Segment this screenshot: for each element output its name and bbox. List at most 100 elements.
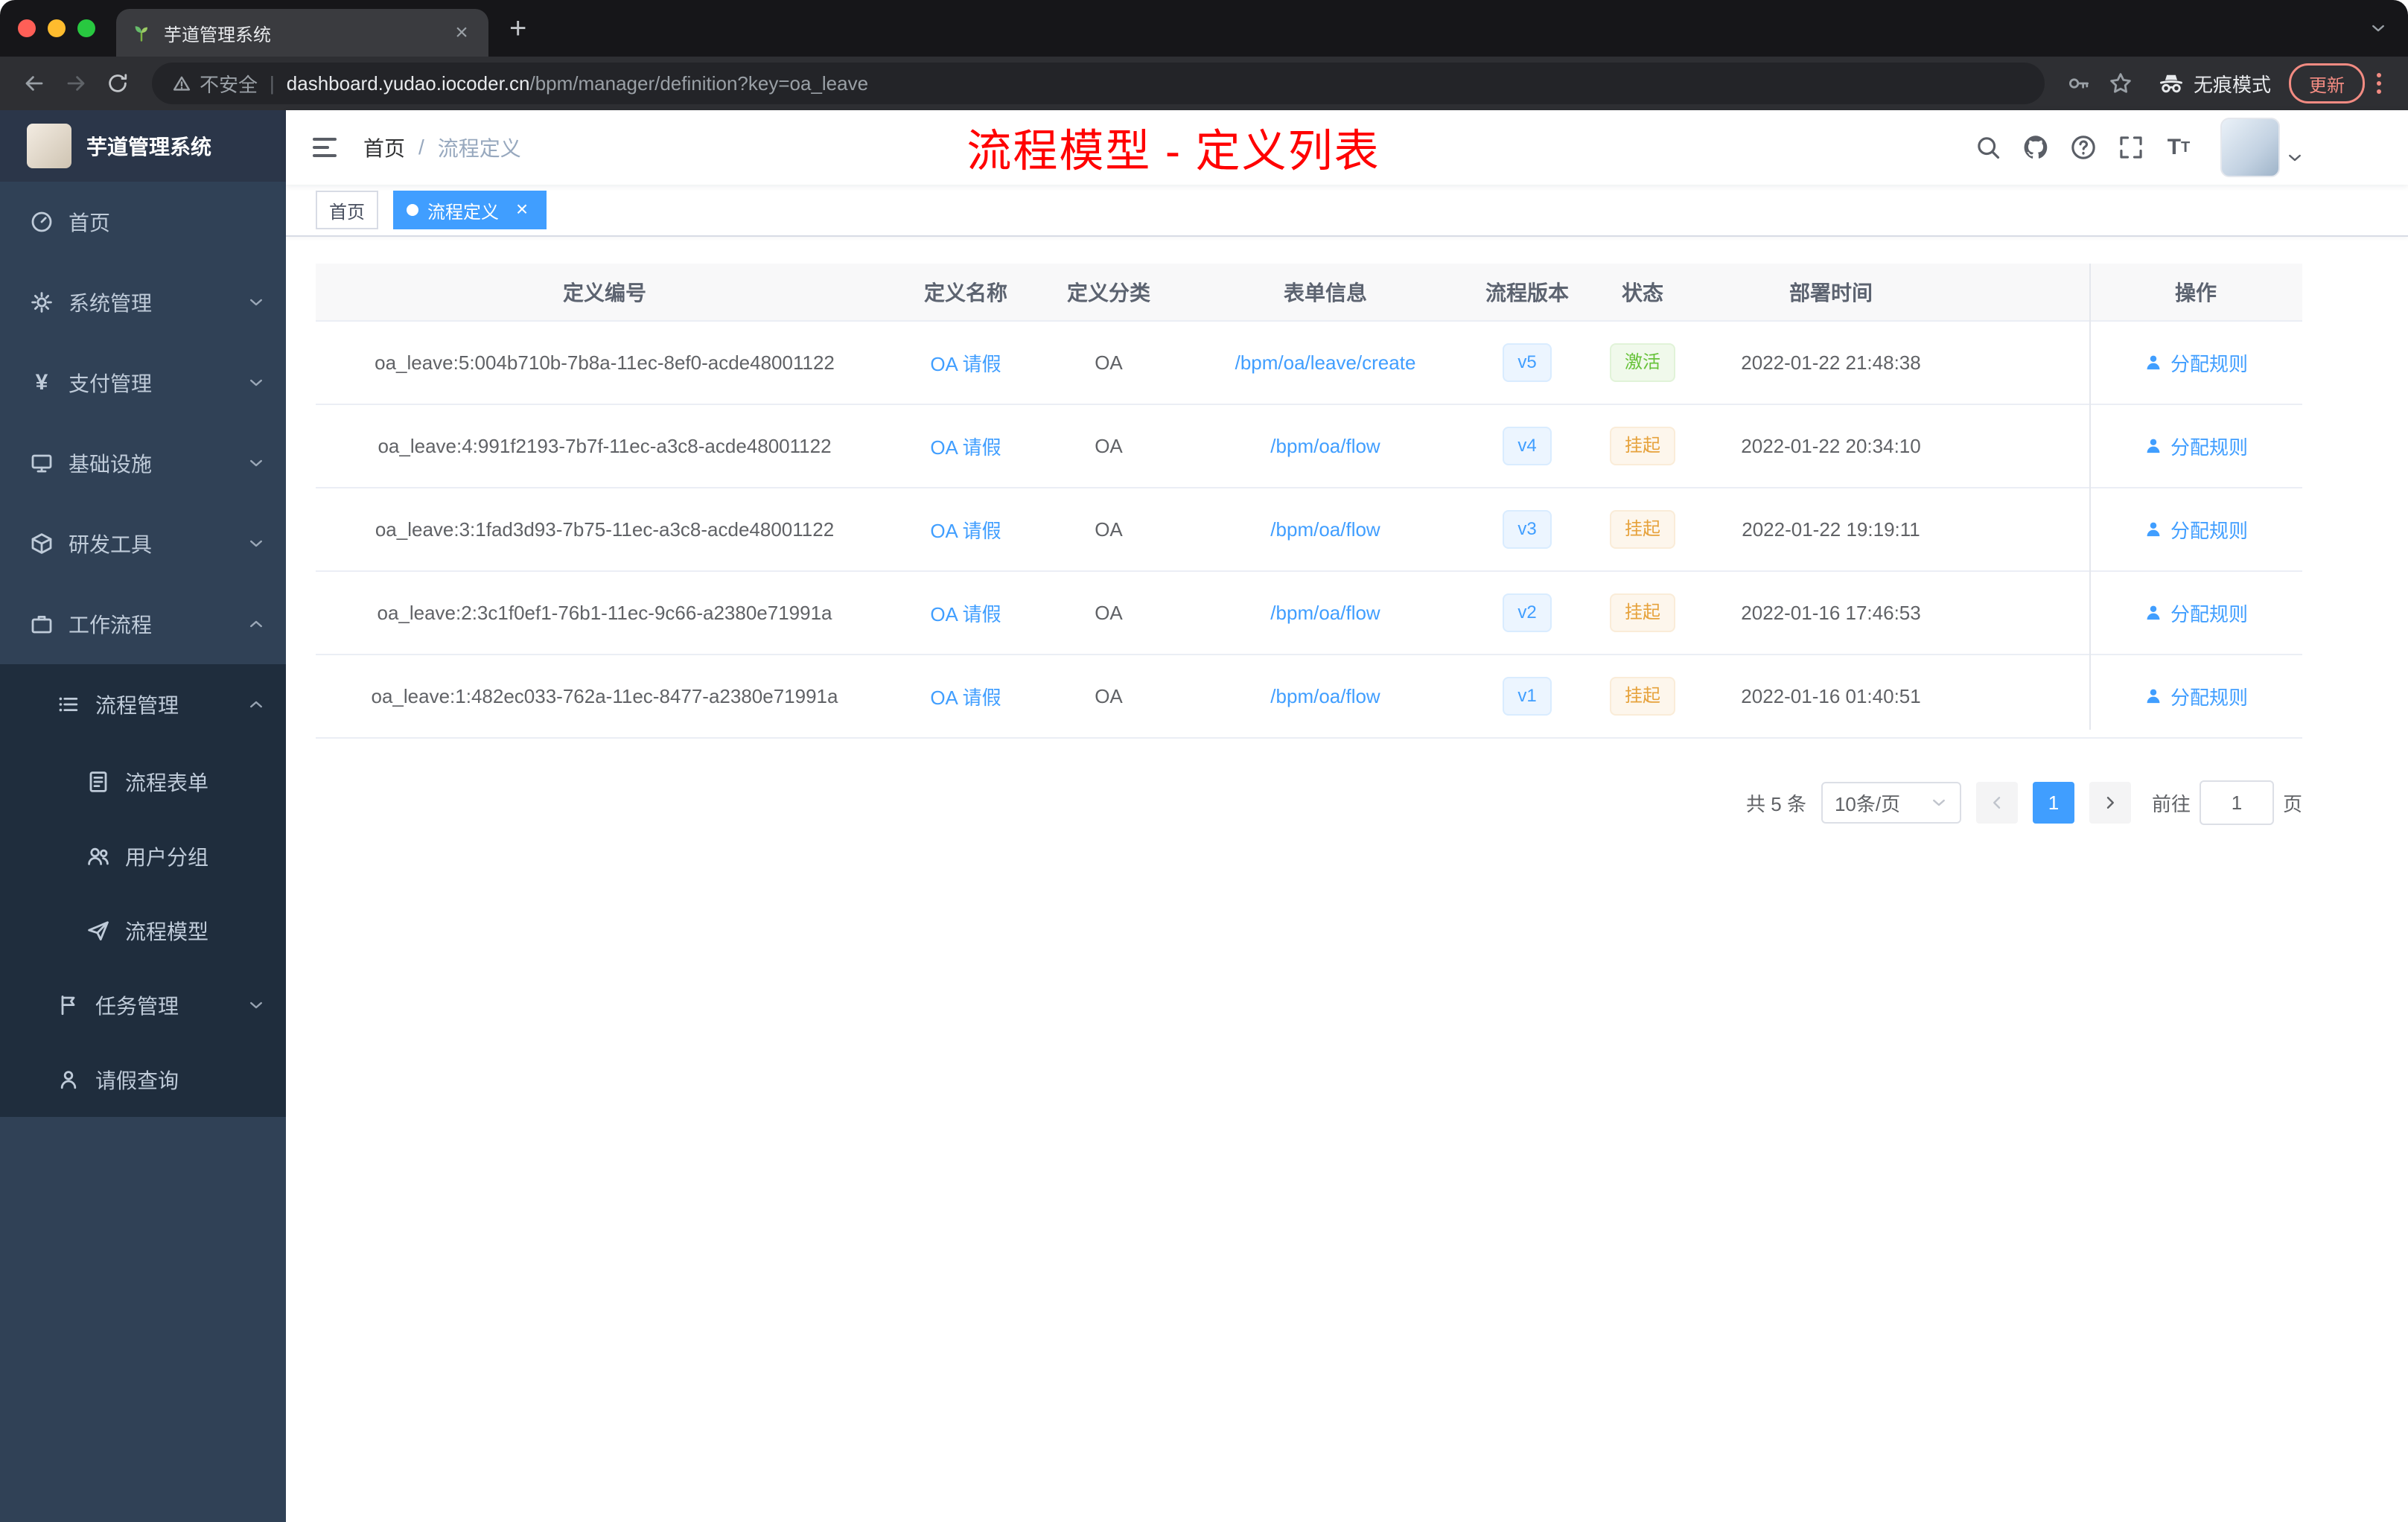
definition-name-link[interactable]: OA 请假 — [930, 349, 1001, 377]
sidebar-item-workflow[interactable]: 工作流程 — [0, 584, 286, 664]
version-badge: v5 — [1503, 343, 1552, 382]
sidebar-item-process-form[interactable]: 流程表单 — [0, 745, 286, 819]
minimize-window-button[interactable] — [48, 19, 66, 37]
chevron-down-icon — [247, 454, 265, 472]
tags-view: 首页 流程定义 × — [286, 185, 2408, 237]
table-header: 定义编号 定义名称 定义分类 表单信息 流程版本 状态 部署时间 操作 — [316, 264, 2302, 322]
person-icon — [2147, 522, 2160, 537]
avatar[interactable] — [2220, 118, 2280, 177]
sidebar-item-infra[interactable]: 基础设施 — [0, 423, 286, 503]
close-icon[interactable]: × — [450, 20, 474, 45]
screen: 芋道管理系统 × + 不安全 | dashboard.yudao.iocoder… — [0, 0, 2408, 1522]
cell-category: OA — [1095, 684, 1123, 707]
status-badge: 激活 — [1610, 343, 1675, 382]
form-link[interactable]: /bpm/oa/flow — [1270, 685, 1380, 708]
cell-category: OA — [1095, 518, 1123, 541]
browser-menu-icon[interactable] — [2377, 73, 2381, 94]
sidebar-item-user-group[interactable]: 用户分组 — [0, 819, 286, 894]
forward-button[interactable] — [57, 64, 95, 103]
cell-deploy-time: 2022-01-16 17:46:53 — [1741, 601, 1921, 624]
update-button[interactable]: 更新 — [2289, 63, 2365, 104]
sidebar-item-home[interactable]: 首页 — [0, 182, 286, 262]
sidebar-item-leave-query[interactable]: 请假查询 — [0, 1042, 286, 1117]
cell-deploy-time: 2022-01-22 21:48:38 — [1741, 351, 1921, 374]
form-link[interactable]: /bpm/oa/flow — [1270, 602, 1380, 625]
sidebar-item-process-model[interactable]: 流程模型 — [0, 894, 286, 968]
help-icon[interactable] — [2063, 127, 2104, 168]
chevron-down-icon — [1930, 794, 1948, 812]
breadcrumb-home[interactable]: 首页 — [363, 133, 405, 162]
maximize-window-button[interactable] — [77, 19, 95, 37]
browser-tab[interactable]: 芋道管理系统 × — [116, 9, 488, 57]
page-size-select[interactable]: 10条/页 — [1821, 782, 1961, 824]
breadcrumb-separator: / — [418, 136, 424, 159]
close-icon[interactable]: × — [511, 199, 533, 221]
form-link[interactable]: /bpm/oa/flow — [1270, 435, 1380, 458]
list-icon — [57, 692, 80, 716]
search-icon[interactable] — [1967, 127, 2009, 168]
sidebar-item-task-mgmt[interactable]: 任务管理 — [0, 968, 286, 1042]
user-menu[interactable] — [2220, 118, 2304, 177]
cell-deploy-time: 2022-01-22 19:19:11 — [1742, 518, 1920, 541]
person-icon — [57, 1068, 80, 1092]
assign-rule-link[interactable]: 分配规则 — [2089, 488, 2302, 570]
tag-home[interactable]: 首页 — [316, 191, 378, 229]
new-tab-button[interactable]: + — [509, 13, 526, 43]
person-icon — [2147, 439, 2160, 453]
definition-name-link[interactable]: OA 请假 — [930, 599, 1001, 627]
font-size-icon[interactable]: TT — [2158, 127, 2200, 168]
pagination-page-1[interactable]: 1 — [2032, 782, 2074, 824]
chevron-down-icon — [247, 996, 265, 1014]
sidebar-toggle-icon[interactable] — [301, 122, 351, 173]
assign-rule-link[interactable]: 分配规则 — [2089, 572, 2302, 654]
dashboard-icon — [30, 210, 54, 234]
fixed-column-divider — [2089, 264, 2091, 730]
person-icon — [2147, 355, 2160, 370]
table-row: oa_leave:3:1fad3d93-7b75-11ec-a3c8-acde4… — [316, 488, 2302, 572]
tag-process-definition[interactable]: 流程定义 × — [393, 191, 547, 229]
definition-name-link[interactable]: OA 请假 — [930, 433, 1001, 460]
cell-definition-id: oa_leave:5:004b710b-7b8a-11ec-8ef0-acde4… — [375, 351, 835, 374]
assign-rule-link[interactable]: 分配规则 — [2089, 655, 2302, 737]
sidebar-item-payment[interactable]: ¥ 支付管理 — [0, 343, 286, 423]
status-badge: 挂起 — [1610, 593, 1675, 632]
chevron-down-icon — [247, 293, 265, 311]
sidebar-item-process-mgmt[interactable]: 流程管理 — [0, 664, 286, 745]
status-badge: 挂起 — [1610, 677, 1675, 716]
fullscreen-icon[interactable] — [2110, 127, 2152, 168]
paper-plane-icon — [86, 919, 110, 943]
tab-search-chevron-icon[interactable] — [2369, 19, 2387, 37]
chevron-down-icon — [247, 535, 265, 553]
goto-label: 前往 — [2151, 792, 2191, 815]
table-row: oa_leave:5:004b710b-7b8a-11ec-8ef0-acde4… — [316, 322, 2302, 405]
form-link[interactable]: /bpm/oa/leave/create — [1235, 351, 1416, 375]
pagination-prev[interactable] — [1975, 782, 2018, 824]
address-bar[interactable]: 不安全 | dashboard.yudao.iocoder.cn/bpm/man… — [152, 63, 2045, 104]
pagination-total: 共 5 条 — [1746, 792, 1806, 815]
close-window-button[interactable] — [18, 19, 36, 37]
assign-rule-link[interactable]: 分配规则 — [2089, 322, 2302, 404]
incognito-label: 无痕模式 — [2193, 73, 2271, 96]
sidebar-item-devtools[interactable]: 研发工具 — [0, 503, 286, 584]
cell-definition-id: oa_leave:3:1fad3d93-7b75-11ec-a3c8-acde4… — [375, 518, 835, 541]
password-key-icon[interactable] — [2060, 64, 2098, 103]
breadcrumb: 首页 / 流程定义 — [363, 133, 521, 162]
github-icon[interactable] — [2015, 127, 2057, 168]
sidebar-item-system[interactable]: 系统管理 — [0, 262, 286, 343]
tab-title: 芋道管理系统 — [164, 25, 271, 45]
bookmark-star-icon[interactable] — [2101, 64, 2140, 103]
url-domain: dashboard.yudao.iocoder.cn — [286, 71, 530, 95]
url-path: /bpm/manager/definition?key=oa_leave — [529, 71, 869, 95]
assign-rule-link[interactable]: 分配规则 — [2089, 405, 2302, 487]
pagination-next[interactable] — [2089, 782, 2131, 824]
chevron-up-icon — [247, 615, 265, 633]
status-badge: 挂起 — [1610, 427, 1675, 465]
cell-definition-id: oa_leave:4:991f2193-7b7f-11ec-a3c8-acde4… — [378, 434, 832, 457]
cell-deploy-time: 2022-01-16 01:40:51 — [1741, 684, 1921, 707]
definition-name-link[interactable]: OA 请假 — [930, 516, 1001, 544]
definition-name-link[interactable]: OA 请假 — [930, 683, 1001, 710]
goto-input[interactable] — [2199, 780, 2274, 825]
form-link[interactable]: /bpm/oa/flow — [1270, 518, 1380, 541]
reload-button[interactable] — [98, 64, 137, 103]
back-button[interactable] — [15, 64, 54, 103]
